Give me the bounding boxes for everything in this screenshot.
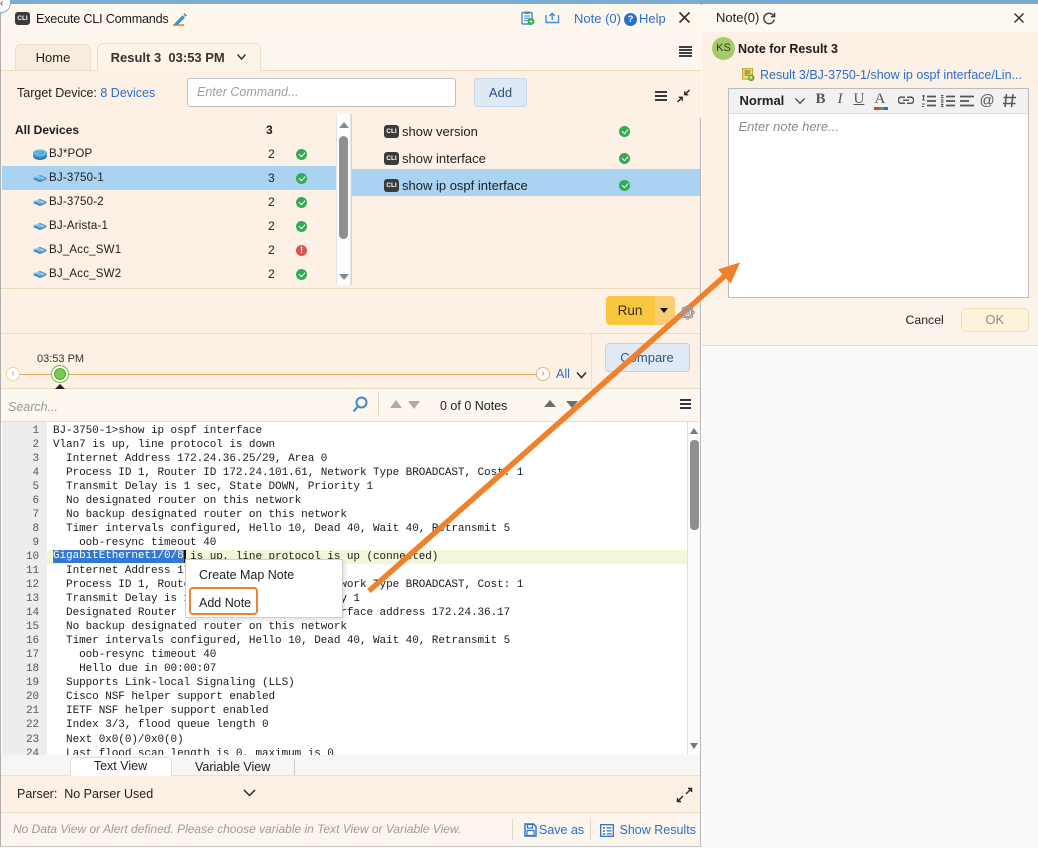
- svg-text:+: +: [529, 19, 533, 25]
